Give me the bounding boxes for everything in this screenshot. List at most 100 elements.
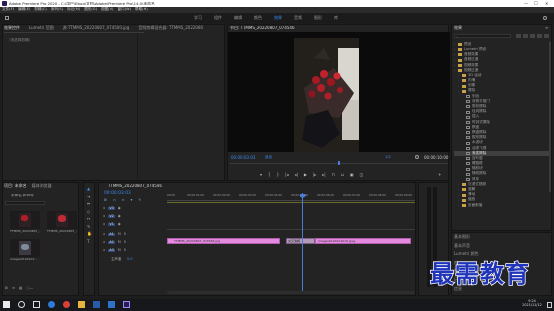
- workspace-tab-assembly[interactable]: 组件: [214, 16, 222, 20]
- snap-icon[interactable]: ∩: [113, 198, 116, 203]
- track-header-v2[interactable]: ▫ V2 ◉: [103, 214, 121, 219]
- add-marker-icon[interactable]: ▾: [131, 198, 133, 203]
- step-back-icon[interactable]: ◂|: [294, 173, 297, 177]
- program-timecode[interactable]: 00:00:03:03: [231, 156, 255, 160]
- play-icon[interactable]: ▶: [304, 173, 307, 177]
- project-item[interactable]: TTMMS_20220807_...: [47, 211, 77, 233]
- zoom-slider[interactable]: ○—: [26, 286, 33, 291]
- add-marker-icon[interactable]: ▾: [260, 173, 262, 177]
- chrome-icon[interactable]: [63, 301, 70, 308]
- track-label[interactable]: V3: [108, 206, 115, 211]
- mark-out-icon[interactable]: }: [277, 173, 280, 177]
- timeline-scrollbar[interactable]: [167, 291, 415, 294]
- tab-effect-controls[interactable]: 效果控件: [4, 26, 20, 30]
- new-bin-icon[interactable]: [537, 34, 542, 38]
- video-clip[interactable]: TTMMS_20220807_074546.jpg: [167, 238, 280, 244]
- effects-scrollbar[interactable]: [549, 42, 551, 192]
- work-area-bar[interactable]: [167, 202, 415, 203]
- selection-tool-icon[interactable]: ▲: [87, 187, 92, 191]
- lock-icon[interactable]: ▫: [103, 240, 105, 244]
- home-icon[interactable]: [5, 16, 9, 20]
- step-forward-icon[interactable]: |▸: [313, 173, 316, 177]
- tab-source[interactable]: 源:TTMMS_20220807_074500.jpg: [63, 26, 130, 30]
- workspace-tab-libraries[interactable]: 库: [334, 16, 338, 20]
- notification-icon[interactable]: [547, 302, 552, 308]
- panel-essential-graphics[interactable]: 基本图形: [454, 235, 479, 239]
- solo-icon[interactable]: S: [124, 232, 126, 236]
- file-explorer-icon[interactable]: [78, 301, 85, 308]
- settings-icon[interactable]: [415, 155, 419, 159]
- effects-menu-icon[interactable]: ≡: [545, 26, 548, 30]
- lock-icon[interactable]: ▫: [103, 206, 105, 210]
- accelerated-effects-icon[interactable]: [516, 34, 521, 38]
- minimize-button[interactable]: —: [524, 1, 528, 6]
- solo-icon[interactable]: S: [124, 240, 126, 244]
- workspace-tab-editing[interactable]: 编辑: [234, 16, 242, 20]
- quality-dropdown[interactable]: 1/2: [385, 155, 391, 160]
- video-clip[interactable]: images0100101010.jpeg: [315, 238, 411, 244]
- menu-clip[interactable]: 剪辑(C): [34, 7, 47, 12]
- tab-audio-clip-mixer[interactable]: 音频剪辑混合器: TTMMS_2022080: [138, 26, 203, 30]
- word-icon[interactable]: [93, 301, 100, 308]
- button-editor-icon[interactable]: +: [438, 173, 441, 177]
- menu-marker[interactable]: 标记(M): [67, 7, 80, 12]
- tab-media-browser[interactable]: 媒体浏览器: [32, 184, 52, 188]
- lock-icon[interactable]: ▫: [103, 232, 105, 236]
- program-playhead-icon[interactable]: [338, 161, 340, 165]
- workspace-tab-graphics[interactable]: 图形: [314, 16, 322, 20]
- 32-bit-effects-icon[interactable]: [523, 34, 528, 38]
- search-icon[interactable]: [543, 16, 547, 20]
- delete-icon[interactable]: [544, 34, 549, 38]
- lock-icon[interactable]: ⊠: [5, 286, 8, 291]
- workspace-tab-color[interactable]: 颜色: [254, 16, 262, 20]
- comparison-view-icon[interactable]: ◫: [360, 173, 364, 177]
- track-label[interactable]: V1: [108, 222, 115, 227]
- wrench-icon[interactable]: ✎: [138, 198, 141, 203]
- effects-tab[interactable]: 效果: [454, 26, 462, 30]
- project-item[interactable]: TTMMS_20220807_...: [10, 211, 40, 233]
- project-item[interactable]: images0100101...: [10, 239, 40, 261]
- menu-help[interactable]: 帮助(H): [135, 7, 148, 12]
- search-icon[interactable]: [18, 301, 25, 308]
- type-tool-icon[interactable]: T: [87, 239, 92, 244]
- track-label[interactable]: A1: [108, 232, 115, 237]
- track-label[interactable]: A3: [108, 248, 115, 253]
- edge-browser-icon[interactable]: [48, 301, 55, 308]
- program-monitor-tab[interactable]: 节目: TTMMS_20220807_074546: [230, 26, 295, 30]
- workspace-tab-learn[interactable]: 学习: [194, 16, 202, 20]
- tab-project[interactable]: 项目: 未命名: [4, 184, 27, 188]
- maximize-button[interactable]: □: [534, 1, 538, 5]
- fit-dropdown[interactable]: 适合: [265, 155, 272, 160]
- premiere-taskbar-icon[interactable]: [123, 301, 130, 308]
- track-header-a2[interactable]: ▫ A2 M S: [103, 240, 126, 245]
- timeline-ruler[interactable]: 00:00 00:00:01:00 00:00:02:00 00:00:03:0…: [167, 193, 415, 201]
- track-header-v1[interactable]: ▫ V1 ◉: [103, 222, 121, 227]
- lift-icon[interactable]: ⊓: [332, 173, 335, 177]
- track-header-v3[interactable]: ▫ V3 ◉: [103, 206, 121, 211]
- go-to-in-icon[interactable]: |◂: [285, 173, 288, 177]
- go-to-out-icon[interactable]: ▸|: [322, 173, 325, 177]
- track-label[interactable]: V2: [108, 214, 115, 219]
- razor-tool-icon[interactable]: ◇: [87, 209, 92, 214]
- menu-view[interactable]: 视图(V): [101, 7, 113, 12]
- track-select-tool-icon[interactable]: ⇥: [87, 194, 92, 199]
- master-volume-value[interactable]: 0.0: [127, 257, 132, 261]
- slip-tool-icon[interactable]: ↔: [87, 217, 92, 221]
- close-button[interactable]: ✕: [545, 1, 548, 6]
- nest-icon[interactable]: ⊞: [104, 198, 107, 203]
- mute-icon[interactable]: M: [118, 240, 121, 244]
- task-view-icon[interactable]: [33, 301, 40, 308]
- track-header-a1[interactable]: ▫ A1 M S: [103, 232, 126, 237]
- lock-icon[interactable]: ▫: [103, 222, 105, 226]
- lock-icon[interactable]: ▫: [103, 248, 105, 252]
- lock-icon[interactable]: ▫: [103, 214, 105, 218]
- timeline-tab[interactable]: TTMMS_20220807_074546: [108, 184, 162, 188]
- extract-icon[interactable]: ⊔: [341, 173, 344, 177]
- pen-tool-icon[interactable]: ✎: [87, 224, 92, 229]
- menu-graphics[interactable]: 图形(G): [84, 7, 97, 12]
- panel-essential-sound[interactable]: 基本声音: [454, 243, 479, 248]
- timeline-timecode[interactable]: 00:00:03:03: [104, 191, 131, 196]
- yuv-effects-icon[interactable]: [530, 34, 535, 38]
- eye-icon[interactable]: ◉: [118, 222, 121, 226]
- linked-selection-icon[interactable]: ∞: [122, 198, 125, 203]
